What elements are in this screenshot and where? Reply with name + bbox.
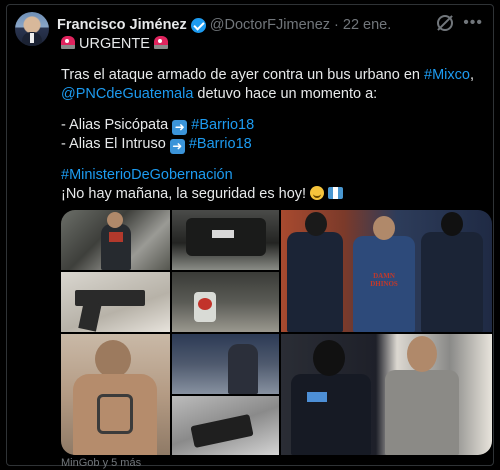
separator-dot: · [334,17,339,33]
avatar[interactable] [15,12,49,46]
alias-2-text: - Alias El Intruso [61,136,170,152]
grok-icon[interactable] [437,15,454,31]
tweet-header: Francisco Jiménez @DoctorFJimenez · 22 e… [57,15,483,35]
photo-car-interior[interactable] [172,272,279,332]
person-figure [101,224,131,270]
tagged-users[interactable]: MinGob y 5 más [61,457,141,469]
person-figure [228,344,258,394]
photo-car-rear[interactable] [172,210,279,270]
license-plate [212,230,234,238]
shirt-logo [109,232,123,242]
person-head [107,212,123,228]
alias-1-text: - Alias Psicópata [61,117,173,133]
police-light-icon [153,36,168,49]
detainee-head [373,216,395,240]
tweet-card[interactable]: Francisco Jiménez @DoctorFJimenez · 22 e… [6,4,494,469]
detainee-shirt-print: DAMN DHINOS [370,272,398,288]
smiling-face-icon [310,186,325,200]
hashtag-barrio18-2[interactable]: #Barrio18 [189,136,252,152]
red-object [198,298,212,310]
alias-line-1: - Alias Psicópata ➜ #Barrio18 [61,116,491,135]
hashtag-ministerio[interactable]: #MinisterioDeGobernación [61,167,233,183]
alias-line-2: - Alias El Intruso ➜ #Barrio18 [61,135,491,154]
officer-figure [291,374,371,455]
photo-vehicle-suspect[interactable] [61,210,170,270]
tweet-text: URGENTE Tras el ataque armado de ayer co… [61,35,491,204]
officer-badge [307,392,327,402]
text-line-1-prefix: Tras el ataque armado de ayer contra un … [61,67,424,83]
ministry-line: #MinisterioDeGobernación [61,166,491,185]
text-line-2-suffix: detuvo hace un momento a: [193,86,378,102]
photo-tattooed-man[interactable] [61,334,170,455]
hashtag-mixco[interactable]: #Mixco [424,67,470,83]
verified-badge-icon [190,17,206,33]
photo-weapon-closeup[interactable] [172,396,279,455]
officer-left [287,232,343,332]
closing-text: ¡No hay mañana, la seguridad es hoy! [61,186,311,202]
photo-bus-scene[interactable] [172,334,279,394]
man-head [95,340,131,378]
tattoo [97,394,133,434]
mention-pnc[interactable]: @PNCdeGuatemala [61,86,193,102]
right-arrow-icon: ➜ [169,139,185,154]
officer-left-head [305,212,327,236]
urgent-line: URGENTE [61,35,491,54]
media-grid[interactable]: DAMN DHINOS [61,210,492,455]
hashtag-barrio18-1[interactable]: #Barrio18 [191,117,254,133]
author-name[interactable]: Francisco Jiménez [57,17,187,33]
tweet-date[interactable]: 22 ene. [343,17,391,33]
officer-right-head [441,212,463,236]
more-options-icon[interactable]: ••• [463,15,483,31]
avatar-shirt [30,33,34,43]
right-arrow-icon: ➜ [172,120,188,135]
urgent-label: URGENTE [79,36,150,52]
officer-head [313,340,345,376]
guatemala-flag-icon [328,187,344,199]
author-handle[interactable]: @DoctorFJimenez [210,17,330,33]
photo-pistol[interactable] [61,272,170,332]
weapon-shape [190,414,254,448]
text-line-2: @PNCdeGuatemala detuvo hace un momento a… [61,85,491,104]
officer-right [421,232,483,332]
header-actions: ••• [437,15,483,31]
detainee-head [407,336,437,372]
police-light-icon [61,36,75,49]
text-line-1-suffix: , [469,67,474,83]
detainee-figure [385,370,459,455]
photo-police-detainee-1[interactable]: DAMN DHINOS [281,210,492,332]
photo-police-detainee-2[interactable] [281,334,492,455]
text-line-1: Tras el ataque armado de ayer contra un … [61,66,491,85]
closing-line: ¡No hay mañana, la seguridad es hoy! [61,185,491,204]
